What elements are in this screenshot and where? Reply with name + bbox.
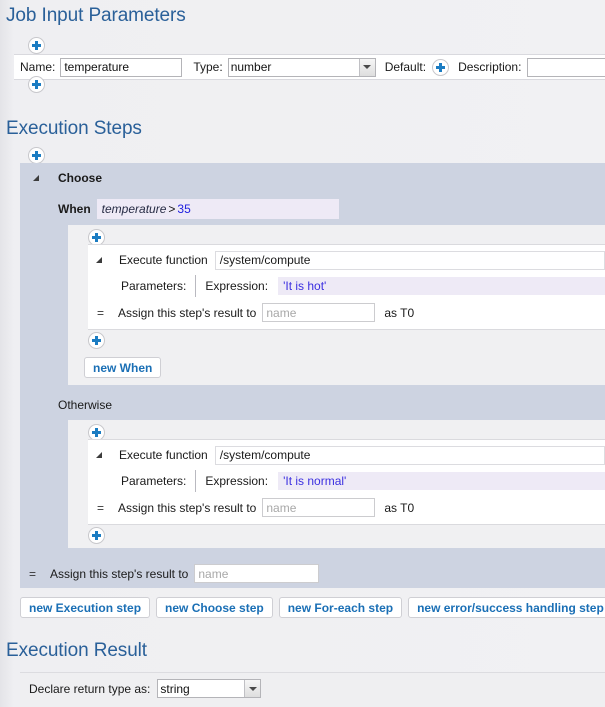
param-type-label: Type:: [193, 60, 223, 74]
param-description-input[interactable]: [527, 57, 605, 77]
when-assign-row: = Assign this step's result to as T0: [96, 303, 414, 322]
otherwise-expression-value-field[interactable]: 'It is normal': [278, 472, 605, 490]
otherwise-assign-row: = Assign this step's result to as T0: [96, 498, 414, 517]
otherwise-keyword: Otherwise: [58, 398, 113, 412]
parameters-divider: [195, 275, 197, 297]
choose-label: Choose: [58, 171, 103, 185]
when-parameters-label: Parameters:: [121, 279, 187, 293]
otherwise-assign-input[interactable]: [262, 498, 376, 517]
when-expression-value-field[interactable]: 'It is hot': [278, 277, 605, 295]
triangle-collapse-icon[interactable]: [96, 452, 102, 458]
triangle-collapse-icon[interactable]: [33, 175, 39, 181]
assign-equals-icon: =: [28, 566, 36, 581]
plus-icon: [88, 332, 105, 349]
param-name-input[interactable]: [60, 57, 183, 77]
execution-steps-title: Execution Steps: [6, 118, 142, 139]
when-assign-label: Assign this step's result to: [118, 305, 257, 320]
param-type-select-wrap: number: [227, 57, 376, 77]
execution-steps-title-wrap: Execution Steps: [0, 119, 142, 138]
page-title: Job Input Parameters: [6, 5, 186, 26]
param-type-select[interactable]: number: [227, 57, 376, 77]
choose-assign-label: Assign this step's result to: [50, 566, 189, 581]
otherwise-header: Otherwise: [58, 396, 112, 414]
otherwise-parameters-row: Parameters: Expression: 'It is normal': [96, 470, 605, 492]
plus-icon: [28, 76, 45, 93]
when-expression-operator: >: [168, 202, 176, 216]
parameters-divider: [195, 470, 197, 492]
otherwise-expression-value: 'It is normal': [283, 474, 347, 488]
job-editor-page: Job Input Parameters Name: Type: number …: [0, 0, 605, 707]
choose-step-block: Choose When temperature > 35 Execute fun…: [20, 163, 605, 588]
choose-assign-row: = Assign this step's result to: [28, 564, 320, 583]
execution-step-actions: new Execution step new Choose step new F…: [20, 597, 605, 618]
return-type-select[interactable]: string: [157, 679, 262, 698]
execution-result-row: Declare return type as: string: [20, 672, 605, 707]
otherwise-assign-label: Assign this step's result to: [118, 500, 257, 515]
input-parameter-row: Name: Type: number Default: Description:: [14, 54, 605, 80]
otherwise-execute-label: Execute function: [119, 448, 208, 462]
otherwise-expression-label: Expression:: [205, 474, 269, 488]
new-error-success-handling-step-button[interactable]: new error/success handling step: [408, 597, 605, 618]
otherwise-function-path-field[interactable]: /system/compute: [214, 445, 605, 465]
when-parameters-row: Parameters: Expression: 'It is hot': [96, 275, 605, 297]
when-expression-value: 'It is hot': [283, 279, 327, 293]
new-for-each-step-button[interactable]: new For-each step: [278, 597, 403, 618]
plus-icon: [28, 147, 45, 164]
otherwise-step-panel: Execute function /system/compute Paramet…: [88, 439, 605, 525]
new-choose-step-button[interactable]: new Choose step: [156, 597, 273, 618]
when-function-path-value: /system/compute: [219, 253, 311, 267]
when-execute-function-row: Execute function /system/compute: [96, 250, 605, 270]
param-description-label: Description:: [458, 60, 522, 74]
otherwise-branch-container: Execute function /system/compute Paramet…: [68, 420, 605, 548]
when-function-path-field[interactable]: /system/compute: [214, 250, 605, 270]
add-input-parameter-bottom-button[interactable]: [28, 76, 45, 96]
plus-icon: [88, 527, 105, 544]
when-branch-container: Execute function /system/compute Paramet…: [68, 225, 605, 352]
choose-header[interactable]: Choose: [20, 169, 102, 187]
otherwise-parameters-label: Parameters:: [121, 474, 187, 488]
return-type-label: Declare return type as:: [29, 681, 151, 696]
otherwise-add-step-bottom-button[interactable]: [88, 527, 105, 547]
otherwise-assign-as-label: as T0: [384, 500, 415, 515]
when-add-step-bottom-button[interactable]: [88, 332, 105, 352]
param-default-add-button[interactable]: [432, 58, 450, 76]
when-assign-as-label: as T0: [384, 305, 415, 320]
param-default-label: Default:: [384, 60, 427, 74]
when-keyword: When: [58, 202, 91, 216]
new-when-button[interactable]: new When: [84, 357, 162, 378]
param-name-label: Name:: [20, 60, 56, 74]
execution-result-title-wrap: Execution Result: [0, 641, 147, 660]
when-expression-label: Expression:: [205, 279, 269, 293]
return-type-select-wrap: string: [157, 679, 262, 698]
plus-icon: [28, 37, 45, 54]
otherwise-execute-function-row: Execute function /system/compute: [96, 445, 605, 465]
new-when-button-bar: new When: [68, 352, 605, 385]
new-execution-step-button[interactable]: new Execution step: [20, 597, 151, 618]
triangle-collapse-icon[interactable]: [96, 257, 102, 263]
when-execute-label: Execute function: [119, 253, 208, 267]
choose-assign-input[interactable]: [194, 564, 320, 583]
job-input-title-wrap: Job Input Parameters: [0, 6, 186, 25]
assign-equals-icon: =: [96, 500, 104, 515]
when-step-panel: Execute function /system/compute Paramet…: [88, 244, 605, 330]
when-assign-input[interactable]: [262, 303, 376, 322]
otherwise-function-path-value: /system/compute: [219, 448, 311, 462]
when-expression-variable: temperature: [101, 202, 167, 216]
when-condition-row: When temperature > 35: [58, 199, 339, 219]
when-expression-number: 35: [177, 202, 191, 216]
assign-equals-icon: =: [96, 305, 104, 320]
execution-result-title: Execution Result: [6, 640, 147, 661]
when-expression-field[interactable]: temperature > 35: [96, 199, 339, 219]
